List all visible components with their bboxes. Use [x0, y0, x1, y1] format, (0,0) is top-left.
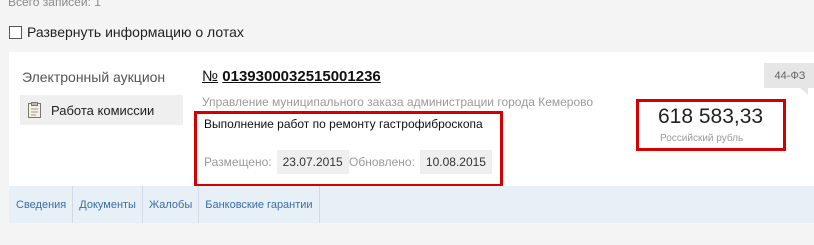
commission-status-badge: Работа комиссии — [20, 95, 183, 125]
updated-date: 10.08.2015 — [419, 150, 492, 174]
lot-number[interactable]: 0139300032515001236 — [222, 68, 381, 85]
lot-info-highlight: Выполнение работ по ремонту гастрофиброс… — [194, 111, 503, 187]
expand-lots-toggle[interactable]: Развернуть информацию о лотах — [9, 24, 244, 40]
price-currency: Российский рубль — [660, 133, 744, 144]
lot-number-link[interactable]: № 0139300032515001236 — [202, 68, 381, 85]
tab-bank-guarantees[interactable]: Банковские гарантии — [199, 186, 320, 223]
procedure-type: Электронный аукцион — [22, 69, 166, 85]
lot-price: 618 583,33 — [658, 105, 764, 128]
tab-complaints[interactable]: Жалобы — [143, 186, 200, 223]
tab-info[interactable]: Сведения — [9, 186, 74, 223]
commission-status-label: Работа комиссии — [51, 102, 155, 118]
placed-date-group: Размещено: 23.07.2015 — [197, 149, 349, 175]
lot-number-prefix: № — [202, 68, 219, 85]
price-highlight: 618 583,33 Российский рубль — [636, 99, 786, 151]
placed-date: 23.07.2015 — [276, 150, 349, 174]
expand-lots-checkbox[interactable] — [9, 25, 22, 39]
tab-documents[interactable]: Документы — [73, 186, 143, 223]
lot-card: Электронный аукцион Работа комиссии № 01… — [9, 52, 814, 187]
placed-label: Размещено: — [204, 155, 272, 169]
updated-date-group: Обновлено: 10.08.2015 — [342, 149, 492, 175]
records-count: Всего записей: 1 — [8, 0, 101, 9]
updated-label: Обновлено: — [349, 155, 415, 169]
expand-lots-label[interactable]: Развернуть информацию о лотах — [27, 24, 244, 40]
customer-name: Управление муниципального заказа админис… — [202, 95, 594, 109]
law-badge-tail — [800, 88, 808, 95]
clipboard-icon — [28, 102, 41, 118]
law-badge: 44-ФЗ — [764, 63, 814, 88]
lot-tabs-bar: Сведения Документы Жалобы Банковские гар… — [9, 186, 814, 223]
lot-subject: Выполнение работ по ремонту гастрофиброс… — [204, 117, 483, 131]
